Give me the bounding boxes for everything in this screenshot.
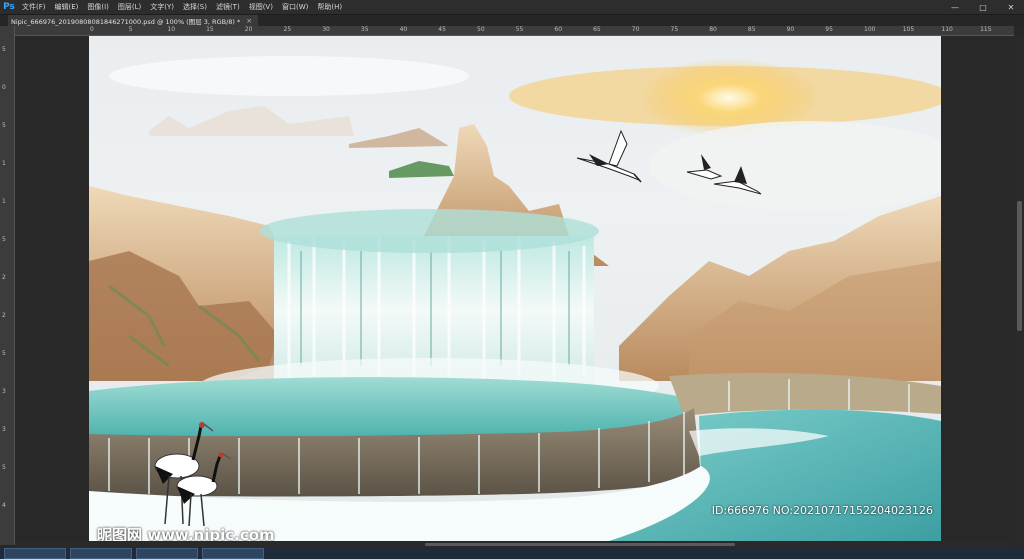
- menu-filter[interactable]: 滤镜(T): [216, 2, 240, 12]
- ruler-tick-label: 110: [941, 26, 953, 33]
- taskbar-item[interactable]: [4, 547, 66, 559]
- ruler-tick-label: 50: [477, 26, 485, 33]
- ruler-tick-label: 5: [2, 46, 6, 53]
- ruler-tick-label: 1: [2, 198, 6, 205]
- ruler-tick-label: 40: [399, 26, 408, 33]
- tab-close-icon[interactable]: ×: [246, 17, 252, 25]
- ruler-tick-label: 100: [864, 26, 876, 33]
- ruler-tick-label: 3: [2, 388, 6, 395]
- menu-image[interactable]: 图像(I): [87, 2, 109, 12]
- ruler-tick-label: 70: [631, 26, 640, 33]
- ruler-tick-label: 105: [902, 26, 915, 33]
- taskbar-item[interactable]: [202, 547, 264, 559]
- ruler-tick-label: 3: [2, 426, 6, 433]
- maximize-button[interactable]: □: [976, 3, 990, 12]
- document-tab[interactable]: Nipic_666976_20190808081846271000.psd @ …: [8, 15, 259, 26]
- ruler-tick-label: 5: [2, 122, 6, 129]
- menu-select[interactable]: 选择(S): [183, 2, 207, 12]
- ruler-tick-label: 5: [2, 236, 6, 243]
- ruler-tick-label: 45: [438, 26, 446, 33]
- menu-file[interactable]: 文件(F): [22, 2, 46, 12]
- menu-help[interactable]: 帮助(H): [317, 2, 342, 12]
- horizontal-scroll-thumb[interactable]: [425, 543, 735, 546]
- document-canvas[interactable]: 昵图网 www.nipic.com ID:666976 NO:202107171…: [89, 36, 941, 541]
- minimize-button[interactable]: —: [948, 3, 962, 12]
- ruler-tick-label: 25: [283, 26, 292, 33]
- ruler-tick-label: 10: [167, 26, 176, 33]
- ruler-tick-label: 90: [786, 26, 795, 33]
- menu-bar: Ps 文件(F) 编辑(E) 图像(I) 图层(L) 文字(Y) 选择(S) 滤…: [0, 0, 1024, 14]
- close-button[interactable]: ✕: [1004, 3, 1018, 12]
- ruler-tick-label: 5: [2, 350, 6, 357]
- document-tab-bar: Nipic_666976_20190808081846271000.psd @ …: [0, 15, 1024, 26]
- photoshop-logo[interactable]: Ps: [2, 1, 16, 13]
- ruler-tick-label: 5: [2, 464, 6, 471]
- ruler-vertical[interactable]: 5 0 5 1 1 5 2 2 5 3 3 5 4: [0, 26, 15, 545]
- ruler-horizontal[interactable]: 0 5 10 15 20 25 30 35 40 45 50 55 60 65 70 75 80 85 90 95 10…: [14, 26, 1014, 36]
- ruler-tick-label: 0: [90, 26, 94, 33]
- watermark-id: ID:666976 NO:20210717152204023126: [711, 504, 933, 517]
- menu-view[interactable]: 视图(V): [249, 2, 273, 12]
- ruler-tick-label: 15: [206, 26, 214, 33]
- ruler-tick-label: 55: [515, 26, 524, 33]
- ruler-tick-label: 5: [128, 26, 133, 33]
- ruler-tick-label: 1: [2, 160, 6, 167]
- ruler-tick-label: 75: [670, 26, 679, 33]
- window-controls: — □ ✕: [934, 0, 1018, 14]
- ruler-tick-label: 80: [709, 26, 717, 33]
- ruler-tick-label: 60: [554, 26, 563, 33]
- vertical-scrollbar[interactable]: [1015, 36, 1024, 545]
- landscape-artwork: [89, 36, 941, 541]
- ruler-tick-label: 20: [244, 26, 253, 33]
- ruler-tick-label: 85: [747, 26, 756, 33]
- menu-type[interactable]: 文字(Y): [150, 2, 174, 12]
- vertical-scroll-thumb[interactable]: [1017, 201, 1022, 331]
- ruler-tick-label: 4: [2, 502, 6, 509]
- ruler-tick-label: 115: [980, 26, 992, 33]
- document-tab-title: Nipic_666976_20190808081846271000.psd @ …: [11, 17, 241, 26]
- menu-layer[interactable]: 图层(L): [118, 2, 141, 12]
- taskbar-item[interactable]: [70, 547, 132, 559]
- ruler-tick-label: 95: [825, 26, 833, 33]
- ruler-tick-label: 2: [2, 274, 6, 281]
- taskbar-item[interactable]: [136, 547, 198, 559]
- ruler-tick-label: 2: [2, 312, 6, 319]
- ruler-tick-label: 65: [593, 26, 601, 33]
- ruler-tick-label: 35: [360, 26, 369, 33]
- taskbar: [0, 547, 1024, 559]
- watermark-logo: 昵图网 www.nipic.com: [97, 526, 275, 541]
- menu-window[interactable]: 窗口(W): [282, 2, 308, 12]
- menu-edit[interactable]: 编辑(E): [55, 2, 79, 12]
- ruler-tick-label: 30: [322, 26, 330, 33]
- ruler-tick-label: 0: [2, 84, 6, 91]
